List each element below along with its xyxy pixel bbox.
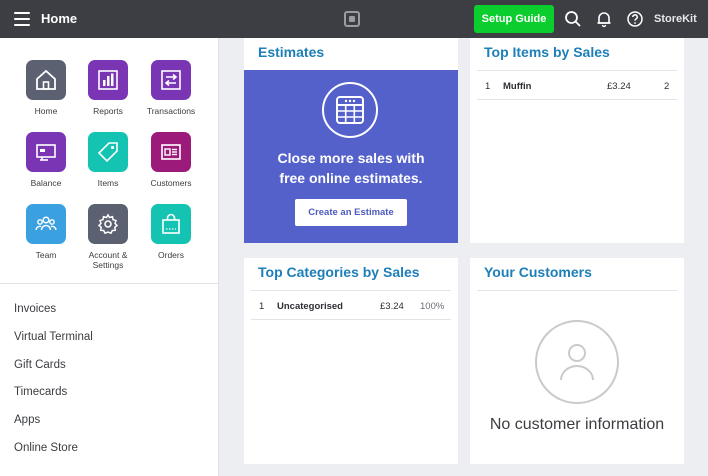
table-row[interactable]: 1 Uncategorised £3.24 100% bbox=[251, 290, 451, 320]
top-categories-table: 1 Uncategorised £3.24 100% bbox=[251, 290, 451, 320]
app-tile-team[interactable]: Team bbox=[11, 204, 81, 260]
estimates-promo-line: free online estimates. bbox=[279, 170, 423, 186]
top-items-table: 1 Muffin £3.24 2 bbox=[477, 70, 677, 100]
nav-item-timecards[interactable]: Timecards bbox=[14, 385, 93, 413]
app-label: Orders bbox=[158, 250, 184, 260]
team-icon bbox=[26, 204, 66, 244]
card-title: Your Customers bbox=[484, 264, 592, 280]
app-tile-home[interactable]: Home bbox=[11, 60, 81, 116]
help-icon[interactable] bbox=[626, 10, 644, 28]
top-bar: Home Setup Guide StoreKit bbox=[0, 0, 708, 38]
app-tile-account-settings[interactable]: Account & Settings bbox=[73, 204, 143, 270]
top-categories-card: Top Categories by Sales 1 Uncategorised … bbox=[244, 258, 458, 464]
app-label: Balance bbox=[30, 178, 62, 188]
card-divider bbox=[477, 290, 677, 291]
app-label: Account & Settings bbox=[88, 250, 128, 270]
app-tile-items[interactable]: Items bbox=[73, 132, 143, 188]
nav-item-online-store[interactable]: Online Store bbox=[14, 441, 93, 469]
rank-cell: 1 bbox=[485, 81, 491, 92]
person-icon bbox=[535, 320, 619, 404]
app-tile-orders[interactable]: Orders bbox=[136, 204, 206, 260]
top-items-card: Top Items by Sales 1 Muffin £3.24 2 bbox=[470, 38, 684, 243]
app-label: Customers bbox=[150, 178, 192, 188]
card-title: Top Items by Sales bbox=[484, 44, 610, 60]
app-label: Items bbox=[97, 178, 119, 188]
bar-chart-icon bbox=[88, 60, 128, 100]
app-label: Home bbox=[34, 106, 58, 116]
nav-item-gift-cards[interactable]: Gift Cards bbox=[14, 358, 93, 386]
app-tile-transactions[interactable]: Transactions bbox=[136, 60, 206, 116]
app-root: Home Setup Guide StoreKit Home Reports T… bbox=[0, 0, 708, 476]
card-icon bbox=[26, 132, 66, 172]
search-icon[interactable] bbox=[564, 10, 582, 28]
empty-state-text: No customer information bbox=[489, 416, 665, 433]
sales-cell: £3.24 bbox=[380, 301, 404, 312]
sidebar-divider bbox=[0, 283, 219, 284]
exchange-icon bbox=[151, 60, 191, 100]
app-tile-customers[interactable]: Customers bbox=[136, 132, 206, 188]
page-title: Home bbox=[41, 11, 78, 26]
card-title: Estimates bbox=[258, 44, 325, 60]
app-label: Team bbox=[35, 250, 57, 260]
calculator-icon bbox=[322, 82, 378, 138]
create-estimate-button[interactable]: Create an Estimate bbox=[295, 199, 407, 226]
nav-item-invoices[interactable]: Invoices bbox=[14, 302, 93, 330]
app-label: Transactions bbox=[146, 106, 196, 116]
contact-card-icon bbox=[151, 132, 191, 172]
bag-icon bbox=[151, 204, 191, 244]
sidebar: Home Reports Transactions Balance Items … bbox=[0, 38, 219, 476]
square-logo-icon[interactable] bbox=[344, 11, 360, 27]
app-tile-balance[interactable]: Balance bbox=[11, 132, 81, 188]
bell-icon[interactable] bbox=[595, 10, 613, 28]
category-name-cell: Uncategorised bbox=[277, 301, 343, 312]
nav-item-apps[interactable]: Apps bbox=[14, 413, 93, 441]
estimates-card: Estimates Close more sales with free onl… bbox=[244, 38, 458, 243]
percent-cell: 100% bbox=[420, 301, 445, 312]
rank-cell: 1 bbox=[259, 301, 265, 312]
item-name-cell: Muffin bbox=[503, 81, 532, 92]
quantity-cell: 2 bbox=[664, 81, 670, 92]
estimates-promo-text: Close more sales with free online estima… bbox=[244, 148, 458, 188]
sales-cell: £3.24 bbox=[607, 81, 631, 92]
gear-icon bbox=[88, 204, 128, 244]
table-row[interactable]: 1 Muffin £3.24 2 bbox=[477, 70, 677, 100]
card-title: Top Categories by Sales bbox=[258, 264, 420, 280]
customers-card: Your Customers No customer information bbox=[470, 258, 684, 464]
home-icon bbox=[26, 60, 66, 100]
nav-item-virtual-terminal[interactable]: Virtual Terminal bbox=[14, 330, 93, 358]
app-tile-reports[interactable]: Reports bbox=[73, 60, 143, 116]
estimates-promo-line: Close more sales with bbox=[277, 150, 425, 166]
menu-icon[interactable] bbox=[14, 12, 30, 26]
account-name[interactable]: StoreKit bbox=[654, 13, 697, 25]
setup-guide-button[interactable]: Setup Guide bbox=[474, 5, 554, 33]
app-label: Reports bbox=[93, 106, 123, 116]
tag-icon bbox=[88, 132, 128, 172]
sidebar-nav: Invoices Virtual Terminal Gift Cards Tim… bbox=[14, 302, 93, 469]
estimates-promo: Close more sales with free online estima… bbox=[244, 70, 458, 243]
